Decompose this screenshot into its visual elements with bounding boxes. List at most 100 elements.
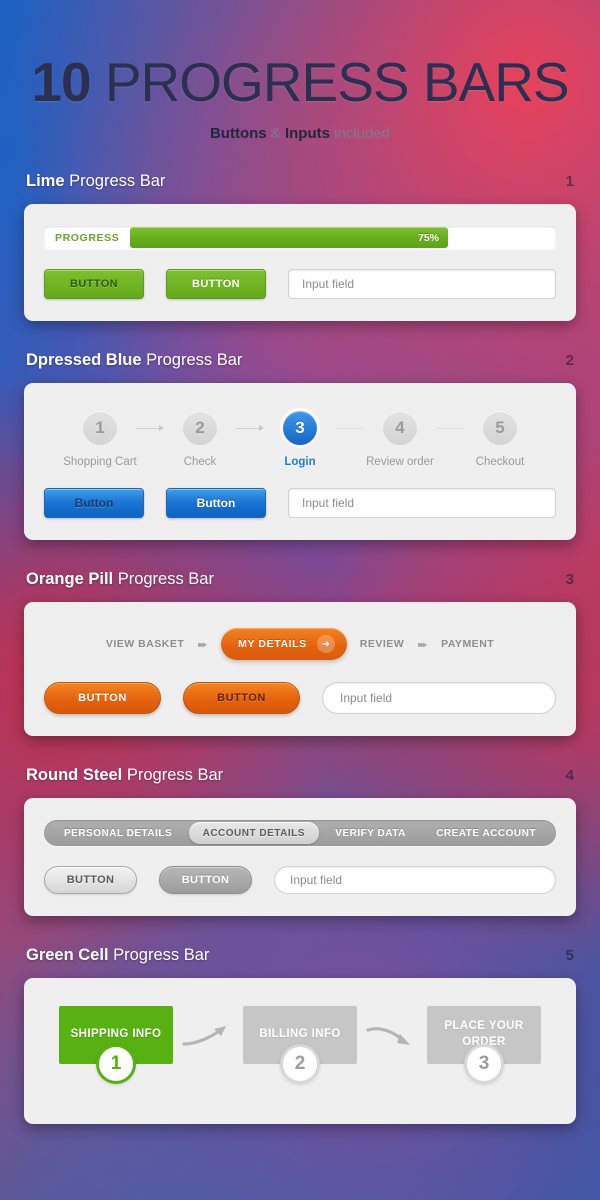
section-dpressed-blue: Dpressed Blue Progress Bar 2 1 Shopping … (0, 351, 600, 540)
section-header-orange: Orange Pill Progress Bar 3 (24, 570, 576, 589)
green-cell-3[interactable]: PLACE YOUR ORDER 3 (427, 1006, 541, 1084)
arrow-right-icon: ➨ (417, 636, 429, 652)
section-title-bold: Orange Pill (26, 570, 114, 588)
page-subtitle: Buttons & Inputs included (0, 125, 600, 142)
section-title-bold: Green Cell (26, 946, 109, 964)
lime-input-field[interactable]: Input field (288, 269, 556, 299)
orange-stepper: VIEW BASKET ➨ MY DETAILS ➜ REVIEW ➨ PAYM… (44, 624, 556, 662)
blue-step-circle: 1 (83, 411, 117, 445)
green-stepper: SHIPPING INFO 1 BILLING INFO 2 PLACE YOU… (44, 1000, 556, 1084)
connector-line (136, 427, 159, 429)
section-title-rest: Progress Bar (122, 766, 224, 784)
section-number-steel: 4 (565, 767, 574, 784)
lime-progress-label: PROGRESS (55, 231, 120, 244)
blue-connector-4 (436, 411, 464, 445)
blue-controls-row: Button Button Input field (44, 488, 556, 518)
section-number-blue: 2 (565, 352, 574, 369)
blue-button-2[interactable]: Button (166, 488, 266, 518)
arrow-right-icon (159, 425, 164, 431)
green-cell-badge: 1 (96, 1044, 136, 1084)
curved-arrow-icon-1 (173, 1006, 243, 1064)
blue-step-circle: 5 (483, 411, 517, 445)
blue-step-label: Review order (366, 456, 434, 468)
blue-connector-2 (236, 411, 264, 445)
section-title-rest: Progress Bar (141, 351, 243, 369)
subtitle-buttons: Buttons (209, 125, 267, 142)
green-cell-2[interactable]: BILLING INFO 2 (243, 1006, 357, 1084)
page-title-number: 10 (31, 51, 91, 113)
section-round-steel: Round Steel Progress Bar 4 PERSONAL DETA… (0, 766, 600, 916)
blue-input-field[interactable]: Input field (288, 488, 556, 518)
lime-button-2[interactable]: BUTTON (166, 269, 266, 299)
section-header-green: Green Cell Progress Bar 5 (24, 946, 576, 965)
orange-step-review[interactable]: REVIEW (360, 638, 404, 650)
blue-step-label: Check (183, 456, 217, 468)
arrow-right-icon (259, 425, 264, 431)
steel-button-1[interactable]: BUTTON (44, 866, 137, 894)
steel-step-personal-details[interactable]: PERSONAL DETAILS (50, 828, 186, 839)
orange-step-payment[interactable]: PAYMENT (441, 638, 494, 650)
section-title-blue: Dpressed Blue Progress Bar (26, 351, 242, 370)
steel-button-2[interactable]: BUTTON (159, 866, 252, 894)
blue-step-label-active: Login (284, 456, 316, 468)
section-title-lime: Lime Progress Bar (26, 172, 165, 191)
blue-step-label: Shopping Cart (63, 456, 137, 468)
orange-button-2[interactable]: BUTTON (183, 682, 300, 714)
orange-step-my-details-active[interactable]: MY DETAILS ➜ (221, 628, 347, 660)
section-title-steel: Round Steel Progress Bar (26, 766, 223, 785)
section-title-bold: Dpressed Blue (26, 351, 142, 369)
steel-step-create-account[interactable]: CREATE ACCOUNT (422, 828, 550, 839)
blue-step-circle: 2 (183, 411, 217, 445)
card-blue: 1 Shopping Cart 2 Check 3 Login 4 Review… (24, 383, 576, 540)
section-number-orange: 3 (565, 571, 574, 588)
subtitle-inputs: Inputs (284, 125, 330, 142)
lime-progress-percent: 75% (417, 231, 439, 244)
orange-step-label: MY DETAILS (238, 638, 307, 650)
connector-line (336, 427, 364, 429)
subtitle-included: included (329, 125, 391, 142)
orange-controls-row: BUTTON BUTTON Input field (44, 682, 556, 714)
orange-button-1[interactable]: BUTTON (44, 682, 161, 714)
card-green: SHIPPING INFO 1 BILLING INFO 2 PLACE YOU… (24, 978, 576, 1124)
section-orange-pill: Orange Pill Progress Bar 3 VIEW BASKET ➨… (0, 570, 600, 736)
orange-input-field[interactable]: Input field (322, 682, 556, 714)
steel-step-verify-data[interactable]: VERIFY DATA (321, 828, 420, 839)
steel-input-field[interactable]: Input field (274, 866, 556, 894)
section-title-rest: Progress Bar (108, 946, 210, 964)
blue-step-3[interactable]: 3 Login (258, 411, 342, 468)
lime-controls-row: BUTTON BUTTON Input field (44, 269, 556, 299)
blue-step-circle: 4 (383, 411, 417, 445)
section-lime: Lime Progress Bar 1 PROGRESS 75% BUTTON … (0, 172, 600, 321)
steel-stepper: PERSONAL DETAILS ACCOUNT DETAILS VERIFY … (44, 820, 556, 846)
blue-button-1[interactable]: Button (44, 488, 144, 518)
lime-button-1[interactable]: BUTTON (44, 269, 144, 299)
page-title-rest: PROGRESS BARS (90, 51, 570, 113)
section-green-cell: Green Cell Progress Bar 5 SHIPPING INFO … (0, 946, 600, 1124)
section-number-green: 5 (565, 947, 574, 964)
connector-line (236, 427, 259, 429)
blue-step-1[interactable]: 1 Shopping Cart (58, 411, 142, 468)
page-header: 10 PROGRESS BARS Buttons & Inputs includ… (0, 0, 600, 143)
section-header-lime: Lime Progress Bar 1 (24, 172, 576, 191)
section-title-rest: Progress Bar (113, 570, 214, 588)
subtitle-amp: & (266, 125, 285, 142)
section-title-rest: Progress Bar (64, 172, 166, 190)
blue-step-4[interactable]: 4 Review order (358, 411, 442, 468)
steel-step-account-details-active[interactable]: ACCOUNT DETAILS (188, 822, 319, 844)
steel-controls-row: BUTTON BUTTON Input field (44, 866, 556, 894)
blue-step-5[interactable]: 5 Checkout (458, 411, 542, 468)
green-cell-1[interactable]: SHIPPING INFO 1 (59, 1006, 173, 1084)
blue-connector-1 (136, 411, 164, 445)
lime-progress-track[interactable]: PROGRESS 75% (44, 226, 556, 249)
blue-step-2[interactable]: 2 Check (158, 411, 242, 468)
green-cell-badge: 2 (280, 1044, 320, 1084)
orange-step-view-basket[interactable]: VIEW BASKET (106, 638, 184, 650)
curved-arrow-icon-2 (357, 1006, 427, 1064)
card-orange: VIEW BASKET ➨ MY DETAILS ➜ REVIEW ➨ PAYM… (24, 602, 576, 736)
arrow-right-circle-icon: ➜ (316, 635, 335, 653)
connector-line (436, 427, 464, 429)
section-title-green: Green Cell Progress Bar (26, 946, 209, 965)
blue-step-circle-active: 3 (283, 411, 317, 445)
blue-step-label: Checkout (475, 456, 525, 468)
blue-stepper: 1 Shopping Cart 2 Check 3 Login 4 Review… (44, 405, 556, 468)
